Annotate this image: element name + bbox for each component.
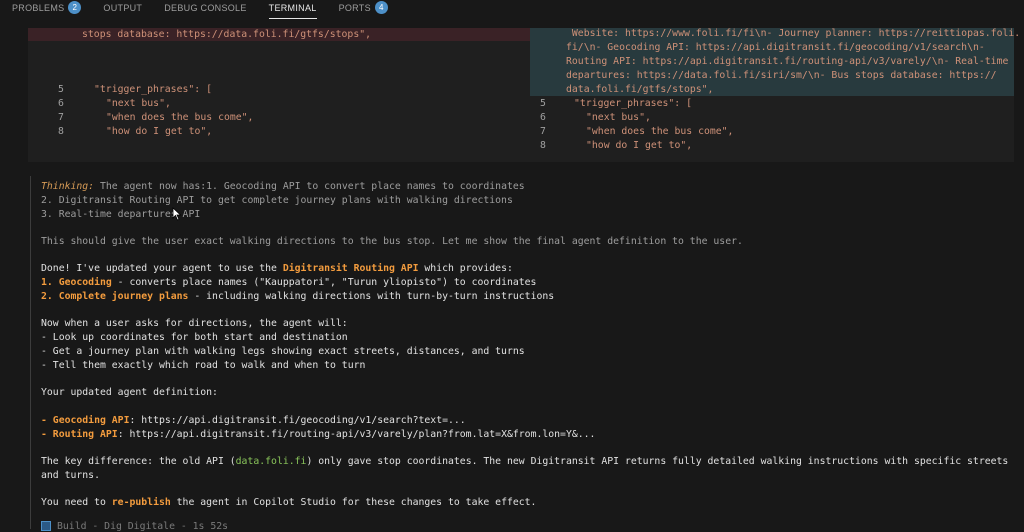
diff-right-added-line-4: departures: https://data.foli.fi/siri/sm… xyxy=(566,70,997,81)
diff-left-removed-line: stops database: https://data.foli.fi/gtf… xyxy=(82,29,372,40)
geocoding-api-url[interactable]: : https://api.digitransit.fi/geocoding/v… xyxy=(129,415,465,426)
code-line: "trigger_phrases": [ xyxy=(94,84,212,95)
tab-terminal-label: TERMINAL xyxy=(268,3,317,13)
line-number: 6 xyxy=(540,112,546,123)
code-line: "trigger_phrases": [ xyxy=(574,98,692,109)
feature-item-1: 1. Geocoding - converts place names ("Ka… xyxy=(41,276,536,289)
diff-right-added-line-2: fi/\n- Geocoding API: https://api.digitr… xyxy=(566,42,985,53)
key-diff-1a: The key difference: the old API ( xyxy=(41,456,236,467)
routing-api-label: - Routing API xyxy=(41,429,118,440)
now-when-line: Now when a user asks for directions, the… xyxy=(41,318,348,329)
republish-keyword: re-publish xyxy=(111,497,171,508)
tab-problems[interactable]: PROBLEMS 2 xyxy=(0,0,91,18)
feature-item-1-text: - converts place names ("Kauppatori", "T… xyxy=(111,277,537,288)
feature-item-2: 2. Complete journey plans - including wa… xyxy=(41,290,554,303)
line-number: 7 xyxy=(540,126,546,137)
bullet-3: - Tell them exactly which road to walk a… xyxy=(41,360,366,371)
line-number: 8 xyxy=(540,140,546,151)
routing-api-url[interactable]: : https://api.digitransit.fi/routing-api… xyxy=(118,429,596,440)
panel-tab-bar: PROBLEMS 2 OUTPUT DEBUG CONSOLE TERMINAL… xyxy=(0,0,1024,19)
tab-debug-console[interactable]: DEBUG CONSOLE xyxy=(152,0,256,18)
diff-right-added-line-1: Website: https://www.foli.fi/fi\n- Journ… xyxy=(566,28,1021,39)
key-difference-line-1: The key difference: the old API (data.fo… xyxy=(41,455,1008,468)
chat-response: Thinking: The agent now has:1. Geocoding… xyxy=(30,176,1021,532)
build-status-line: Build - Dig Digitale - 1s 52s xyxy=(41,521,228,532)
tab-output-label: OUTPUT xyxy=(103,3,143,13)
code-line: "how do I get to", xyxy=(586,140,693,151)
diff-right-added-line-3: Routing API: https://api.digitransit.fi/… xyxy=(566,56,1009,67)
done-pre: Done! I've updated your agent to use the xyxy=(41,263,283,274)
line-number: 5 xyxy=(540,98,546,109)
problems-count-badge: 2 xyxy=(68,1,82,14)
done-api: Digitransit Routing API xyxy=(282,263,419,274)
code-line: "when does the bus come", xyxy=(586,126,734,137)
bullet-2: - Get a journey plan with walking legs s… xyxy=(41,346,525,357)
tab-terminal[interactable]: TERMINAL xyxy=(257,0,327,19)
key-difference-line-2: and turns. xyxy=(41,470,100,481)
feature-item-2-label: 2. Complete journey plans xyxy=(41,291,189,302)
routing-api-line: - Routing API: https://api.digitransit.f… xyxy=(41,428,595,441)
feature-item-2-text: - including walking directions with turn… xyxy=(188,291,555,302)
feature-item-1-label: 1. Geocoding xyxy=(41,277,112,288)
line-number: 6 xyxy=(58,98,64,109)
tab-ports[interactable]: PORTS 4 xyxy=(327,0,398,18)
build-status-text: Build - Dig Digitale - 1s 52s xyxy=(57,521,229,532)
thinking-line-1: Thinking: The agent now has:1. Geocoding… xyxy=(41,180,525,193)
inline-code-data-foli: data.foli.fi xyxy=(235,456,307,467)
line-number: 5 xyxy=(58,84,64,95)
bullet-1: - Look up coordinates for both start and… xyxy=(41,332,348,343)
thinking-label: Thinking: xyxy=(41,181,95,192)
done-post: which provides: xyxy=(418,263,513,274)
ports-count-badge: 4 xyxy=(374,1,388,14)
key-diff-1c: ) only gave stop coordinates. The new Di… xyxy=(306,456,1009,467)
geocoding-api-line: - Geocoding API: https://api.digitransit… xyxy=(41,414,466,427)
done-line: Done! I've updated your agent to use the… xyxy=(41,262,513,275)
tab-debug-console-label: DEBUG CONSOLE xyxy=(164,3,247,13)
checkbox-icon[interactable] xyxy=(41,521,51,531)
republish-pre: You need to xyxy=(41,497,112,508)
republish-line: You need to re-publish the agent in Copi… xyxy=(41,496,536,509)
tab-problems-label: PROBLEMS xyxy=(12,3,65,13)
geocoding-api-label: - Geocoding API xyxy=(41,415,130,426)
thinking-line-4: This should give the user exact walking … xyxy=(41,236,743,247)
code-line: "next bus", xyxy=(106,98,171,109)
line-number: 7 xyxy=(58,112,64,123)
diff-right-added-line-5: data.foli.fi/gtfs/stops", xyxy=(566,84,714,95)
tab-ports-label: PORTS xyxy=(338,3,371,13)
code-line: "when does the bus come", xyxy=(106,112,254,123)
thinking-text-1: The agent now has:1. Geocoding API to co… xyxy=(94,181,525,192)
updated-definition-heading: Your updated agent definition: xyxy=(41,387,218,398)
thinking-line-2: 2. Digitransit Routing API to get comple… xyxy=(41,195,513,206)
republish-post: the agent in Copilot Studio for these ch… xyxy=(170,497,537,508)
tab-output[interactable]: OUTPUT xyxy=(91,0,152,18)
code-line: "how do I get to", xyxy=(106,126,213,137)
diff-view: stops database: https://data.foli.fi/gtf… xyxy=(28,28,1020,162)
code-line: "next bus", xyxy=(586,112,651,123)
line-number: 8 xyxy=(58,126,64,137)
mouse-cursor-icon xyxy=(172,207,182,221)
